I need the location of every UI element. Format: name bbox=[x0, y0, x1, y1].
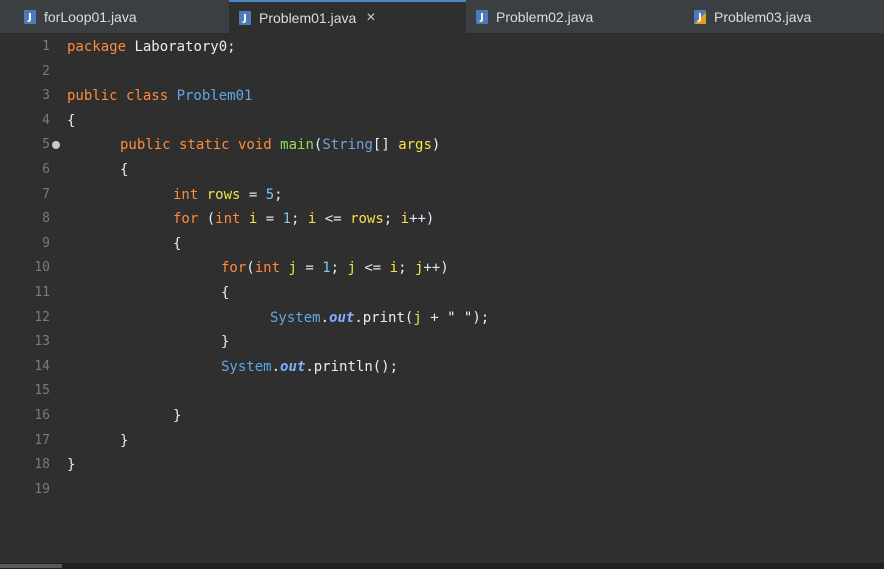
code-line[interactable]: 1 package Laboratory0; bbox=[0, 35, 884, 60]
line-number: 6 bbox=[42, 161, 50, 177]
editor-tab-bar: J forLoop01.java J Problem01.java × J Pr… bbox=[0, 0, 884, 34]
line-number: 8 bbox=[42, 211, 50, 227]
line-number: 15 bbox=[34, 383, 50, 399]
code-line[interactable]: 7 int rows = 5; bbox=[0, 183, 884, 208]
code-line[interactable]: 3 public class Problem01 bbox=[0, 84, 884, 109]
eclipse-editor-window: J forLoop01.java J Problem01.java × J Pr… bbox=[0, 0, 884, 569]
code-text: { bbox=[120, 161, 129, 178]
code-line[interactable]: 12 System.out.print(j + " "); bbox=[0, 306, 884, 331]
code-text: public class Problem01 bbox=[67, 88, 253, 105]
tab-label: Problem01.java bbox=[259, 10, 357, 26]
fold-marker-icon[interactable] bbox=[52, 141, 60, 150]
code-line[interactable]: 5 public static void main(String[] args) bbox=[0, 133, 884, 158]
line-number: 5 bbox=[42, 137, 50, 153]
code-text: { bbox=[221, 284, 230, 301]
tab-label: forLoop01.java bbox=[44, 9, 137, 25]
code-text: } bbox=[67, 457, 76, 474]
code-line[interactable]: 9{ bbox=[0, 232, 884, 257]
code-text: for(int j = 1; j <= i; j++) bbox=[221, 260, 449, 277]
code-text: System.out.println(); bbox=[221, 358, 399, 375]
tab-label: Problem02.java bbox=[496, 9, 594, 25]
code-line[interactable]: 14 System.out.println(); bbox=[0, 355, 884, 380]
line-number: 13 bbox=[34, 334, 50, 350]
line-number: 19 bbox=[34, 481, 50, 497]
code-lines: 1 package Laboratory0; 2 3 public class Pr… bbox=[0, 35, 884, 502]
code-line[interactable]: 2 bbox=[0, 60, 884, 85]
code-text: { bbox=[67, 112, 76, 129]
tab-problem02[interactable]: J Problem02.java bbox=[466, 0, 684, 34]
line-number: 10 bbox=[34, 260, 50, 276]
code-text: package Laboratory0; bbox=[67, 39, 236, 55]
code-line[interactable]: 16} bbox=[0, 404, 884, 429]
code-line[interactable]: 18} bbox=[0, 453, 884, 478]
code-text: } bbox=[120, 432, 129, 449]
line-number: 3 bbox=[42, 88, 50, 104]
code-editor[interactable]: 1 package Laboratory0; 2 3 public class Pr… bbox=[0, 35, 884, 569]
code-line[interactable]: 6{ bbox=[0, 158, 884, 183]
horizontal-scrollbar[interactable] bbox=[0, 563, 884, 569]
code-text: } bbox=[221, 334, 230, 351]
line-number: 17 bbox=[34, 432, 50, 448]
code-line[interactable]: 15 bbox=[0, 379, 884, 404]
tab-problem01[interactable]: J Problem01.java × bbox=[229, 0, 466, 34]
line-number: 16 bbox=[34, 407, 50, 423]
code-line[interactable]: 4{ bbox=[0, 109, 884, 134]
tab-label: Problem03.java bbox=[714, 9, 812, 25]
code-line[interactable]: 17} bbox=[0, 429, 884, 454]
line-number: 1 bbox=[42, 39, 50, 54]
code-text: public static void main(String[] args) bbox=[120, 137, 441, 154]
java-file-icon: J bbox=[24, 10, 36, 24]
line-number: 2 bbox=[42, 63, 50, 79]
line-number: 18 bbox=[34, 457, 50, 473]
code-line[interactable]: 19 bbox=[0, 478, 884, 503]
code-line[interactable]: 11 { bbox=[0, 281, 884, 306]
java-file-warning-icon: J bbox=[694, 10, 706, 24]
scrollbar-thumb[interactable] bbox=[0, 564, 62, 568]
code-line[interactable]: 13} bbox=[0, 330, 884, 355]
tab-forloop01[interactable]: J forLoop01.java bbox=[14, 0, 228, 34]
code-text: } bbox=[173, 407, 182, 424]
java-file-icon: J bbox=[239, 11, 251, 25]
code-line[interactable]: 10 for(int j = 1; j <= i; j++) bbox=[0, 256, 884, 281]
line-number: 7 bbox=[42, 186, 50, 202]
code-text: for (int i = 1; i <= rows; i++) bbox=[173, 211, 435, 228]
line-number: 14 bbox=[34, 358, 50, 374]
code-text: int rows = 5; bbox=[173, 186, 283, 203]
line-number: 12 bbox=[34, 309, 50, 325]
tab-problem03[interactable]: J Problem03.java bbox=[684, 0, 884, 34]
line-number: 11 bbox=[34, 284, 50, 300]
code-text: { bbox=[173, 235, 182, 252]
code-text: System.out.print(j + " "); bbox=[270, 309, 490, 326]
line-number: 4 bbox=[42, 112, 50, 128]
java-file-icon: J bbox=[476, 10, 488, 24]
code-line[interactable]: 8 for (int i = 1; i <= rows; i++) bbox=[0, 207, 884, 232]
line-number: 9 bbox=[42, 235, 50, 251]
close-icon[interactable]: × bbox=[366, 9, 375, 27]
